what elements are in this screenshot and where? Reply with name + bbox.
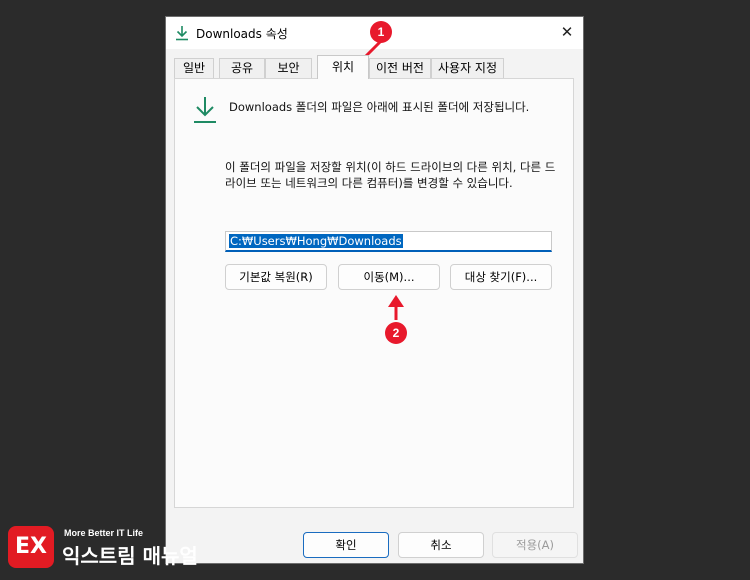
location-panel: Downloads 폴더의 파일은 아래에 표시된 폴더에 저장됩니다. 이 폴… [174, 78, 574, 508]
restore-default-button[interactable]: 기본값 복원(R) [225, 264, 327, 290]
apply-button[interactable]: 적용(A) [492, 532, 578, 558]
cancel-button[interactable]: 취소 [398, 532, 484, 558]
ok-button[interactable]: 확인 [303, 532, 389, 558]
download-icon [194, 97, 216, 123]
location-description: Downloads 폴더의 파일은 아래에 표시된 폴더에 저장됩니다. [229, 100, 530, 114]
step-badge-2: 2 [385, 322, 407, 344]
close-icon[interactable]: ✕ [559, 24, 575, 40]
path-input[interactable]: C:₩Users₩Hong₩Downloads [225, 231, 552, 252]
tab-security[interactable]: 보안 [265, 58, 312, 78]
tab-location[interactable]: 위치 [317, 55, 369, 79]
window-title: Downloads 속성 [196, 27, 288, 41]
download-icon [176, 26, 188, 41]
path-value: C:₩Users₩Hong₩Downloads [229, 234, 403, 248]
logo-name: 익스트림 매뉴얼 [62, 544, 198, 568]
properties-dialog: Downloads 속성 ✕ 일반 공유 보안 위치 이전 버전 사용자 지정 … [165, 16, 584, 564]
tab-sharing[interactable]: 공유 [219, 58, 265, 78]
tab-general[interactable]: 일반 [174, 58, 214, 78]
find-target-button[interactable]: 대상 찾기(F)... [450, 264, 552, 290]
arrow-icon [388, 295, 404, 320]
move-button[interactable]: 이동(M)... [338, 264, 440, 290]
watermark-logo: EX More Better IT Life 익스트림 매뉴얼 [8, 524, 228, 572]
logo-tagline: More Better IT Life [64, 528, 144, 538]
tab-customize[interactable]: 사용자 지정 [431, 58, 504, 78]
location-instruction: 이 폴더의 파일을 저장할 위치(이 하드 드라이브의 다른 위치, 다른 드라… [225, 160, 556, 190]
logo-mark: EX [8, 526, 54, 568]
